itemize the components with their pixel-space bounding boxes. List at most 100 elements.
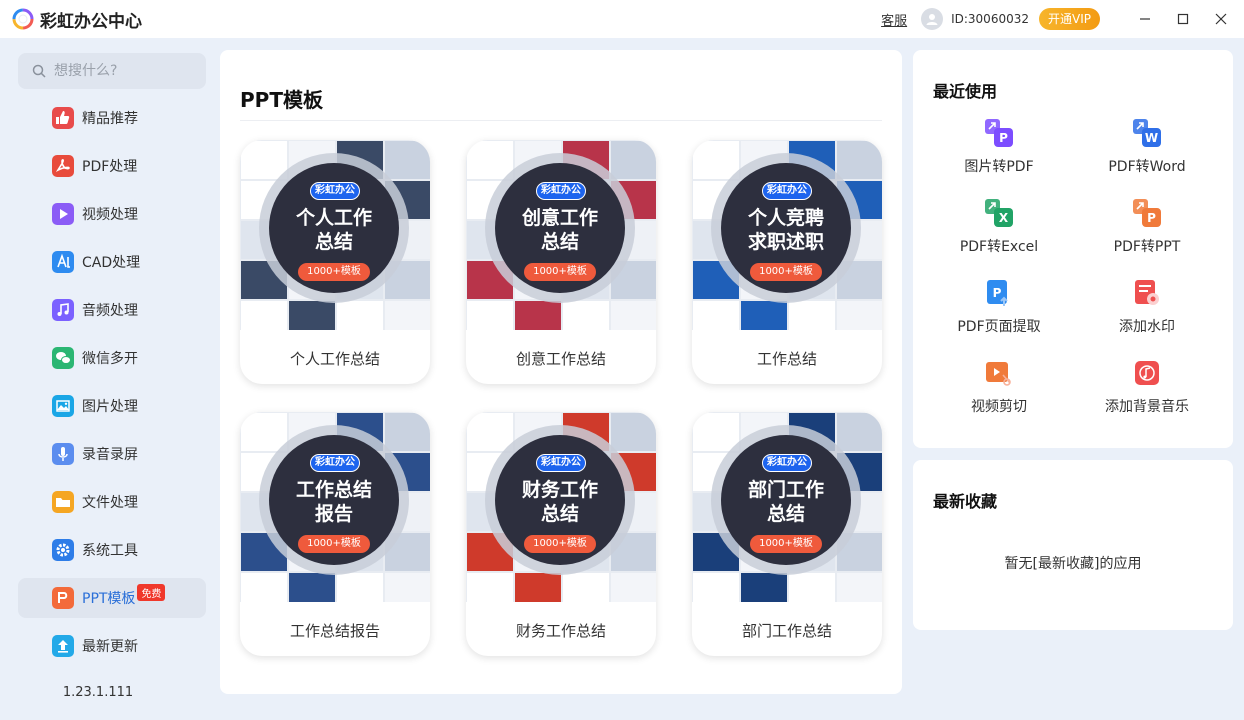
upload-arrow-icon [52,635,74,657]
thumbnail-tile [515,573,561,602]
favorites-panel: 最新收藏 暂无[最新收藏]的应用 [913,460,1233,630]
thumbnail-tile [515,301,561,330]
sidebar-item-12[interactable]: 最新更新 [18,626,206,666]
template-title: 个人工作 总结 [269,206,399,254]
sidebar-item-8[interactable]: 录音录屏 [18,434,206,474]
thumbnail-tile [741,573,787,602]
favorites-title: 最新收藏 [933,492,998,511]
image-icon [52,395,74,417]
gear-icon [52,539,74,561]
search-input[interactable] [54,63,194,79]
template-title-line1: 工作总结 [295,479,372,501]
search-box[interactable] [18,53,206,89]
recent-tool-label: 视频剪切 [971,399,1027,415]
thumbnail-tile [385,413,430,451]
maximize-icon [1177,13,1189,25]
thumbnail-tile [611,413,656,451]
open-vip-button[interactable]: 开通VIP [1039,8,1100,30]
template-card-label: 创意工作总结 [515,350,606,368]
template-title-line2: 求职述职 [747,231,824,253]
thumbnail-tile [289,301,335,330]
thumbnail-tile [693,413,739,451]
thumbnail-tile [467,301,513,330]
recent-tool[interactable]: 添加背景音乐 [1077,358,1217,416]
template-thumbnail: 彩虹办公 部门工作 总结 1000+模板 [692,412,882,602]
minimize-button[interactable] [1126,0,1164,38]
support-link[interactable]: 客服 [881,10,907,29]
pdf-to-excel-icon: X [984,198,1014,228]
recent-tool-label: PDF转Word [1108,159,1186,175]
recent-tool[interactable]: 添加水印 [1077,278,1217,336]
sidebar-item-label: 系统工具 [82,543,138,559]
template-title: 财务工作 总结 [495,478,625,526]
thumbnail-tile [467,141,513,179]
template-count-badge: 1000+模板 [524,263,596,281]
svg-text:P: P [999,131,1008,145]
ppt-template-card[interactable]: 彩虹办公 工作总结 报告 1000+模板 工作总结报告 [240,412,430,656]
video-play-icon [52,203,74,225]
folder-icon [52,491,74,513]
sidebar-item-7[interactable]: 图片处理 [18,386,206,426]
template-thumbnail: 彩虹办公 个人工作 总结 1000+模板 [240,140,430,330]
maximize-button[interactable] [1164,0,1202,38]
sidebar-item-label: 图片处理 [82,399,138,415]
sidebar-item-11[interactable]: PPT模板 免费 [18,578,206,618]
thumbnail-tile [467,413,513,451]
image-to-pdf-icon: P [984,118,1014,148]
recent-tool-label: PDF页面提取 [957,319,1041,335]
ppt-template-card[interactable]: 彩虹办公 部门工作 总结 1000+模板部门工作总结 [692,412,882,656]
ppt-template-card[interactable]: 彩虹办公 财务工作 总结 1000+模板 财务工作总结 [466,412,656,656]
recent-tool[interactable]: P 图片转PDF [929,118,1069,176]
recent-tool[interactable]: P PDF页面提取 [929,278,1069,336]
recent-tool[interactable]: X PDF转Excel [929,198,1069,256]
sidebar: 精品推荐 PDF处理视频处理 CAD处理音频处理微信多开图片处理录音录屏文件处理系统… [0,38,220,720]
close-button[interactable] [1202,0,1240,38]
sidebar-item-2[interactable]: PDF处理 [18,146,206,186]
sidebar-item-4[interactable]: CAD处理 [18,242,206,282]
template-title-line1: 财务工作 [521,479,598,501]
svg-text:W: W [1145,131,1158,145]
close-icon [1215,13,1227,25]
app-title: 彩虹办公中心 [40,11,142,32]
ppt-icon [52,587,74,609]
template-title-line2: 总结 [314,231,353,253]
sidebar-item-6[interactable]: 微信多开 [18,338,206,378]
recent-tool[interactable]: P PDF转PPT [1077,198,1217,256]
sidebar-item-label: 最新更新 [82,639,138,655]
recent-panel: 最近使用 P 图片转PDF W PDF转Word X PDF转Excel P PDF转PPT P… [913,50,1233,448]
template-card-label: 部门工作总结 [741,622,832,640]
brand-tag: 彩虹办公 [310,182,360,200]
sidebar-item-label: 视频处理 [82,207,138,223]
svg-text:P: P [993,286,1002,300]
favorites-empty-text: 暂无[最新收藏]的应用 [1004,556,1142,572]
sidebar-item-3[interactable]: 视频处理 [18,194,206,234]
thumbnail-tile [837,413,882,451]
thumbnail-tile [241,141,287,179]
ppt-template-card[interactable]: 彩虹办公 创意工作 总结 1000+模板创意工作总结 [466,140,656,384]
background-music-icon [1132,358,1162,388]
music-note-icon [52,299,74,321]
recent-tool[interactable]: 视频剪切 [929,358,1069,416]
thumbnail-tile [837,141,882,179]
thumbnail-tile [789,301,835,330]
thumbnail-tile [385,141,430,179]
template-thumbnail: 彩虹办公 创意工作 总结 1000+模板 [466,140,656,330]
thumbnail-tile [563,573,609,602]
thumbnail-tile [789,573,835,602]
version-label: 1.23.1.111 [62,685,134,700]
brand-tag: 彩虹办公 [536,454,586,472]
template-thumbnail: 彩虹办公 财务工作 总结 1000+模板 [466,412,656,602]
sidebar-item-10[interactable]: 系统工具 [18,530,206,570]
sidebar-item-5[interactable]: 音频处理 [18,290,206,330]
title-divider [240,120,882,121]
thumbnail-tile [563,301,609,330]
avatar[interactable] [921,8,944,30]
sidebar-item-9[interactable]: 文件处理 [18,482,206,522]
ppt-template-card[interactable]: 彩虹办公 个人竞聘 求职述职 1000+模板 工作总结 [692,140,882,384]
title-bar: 彩虹办公中心 客服 ID:30060032 开通VIP [0,0,1244,38]
recent-tool[interactable]: W PDF转Word [1077,118,1217,176]
template-title-line2: 总结 [766,503,805,525]
brand-tag: 彩虹办公 [762,182,812,200]
sidebar-item-1[interactable]: 精品推荐 [18,98,206,138]
ppt-template-card[interactable]: 彩虹办公 个人工作 总结 1000+模板 个人工作总结 [240,140,430,384]
